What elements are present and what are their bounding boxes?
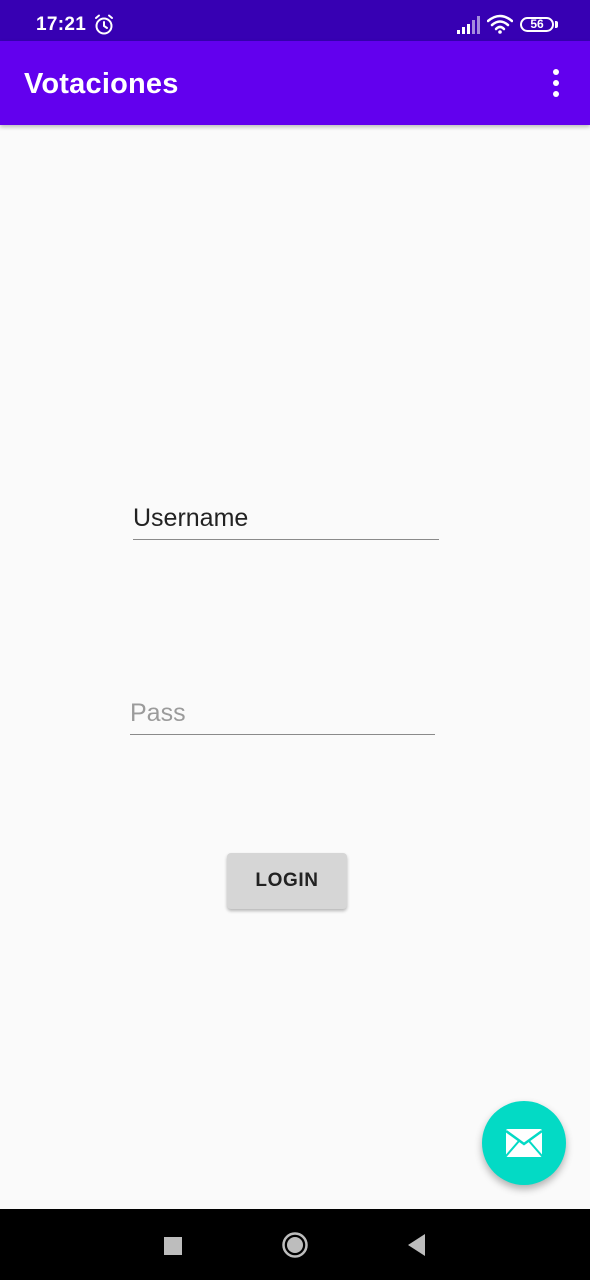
login-button[interactable]: LOGIN bbox=[227, 853, 347, 909]
mail-fab-button[interactable] bbox=[482, 1101, 566, 1185]
wifi-icon bbox=[487, 14, 513, 34]
battery-tip bbox=[555, 21, 558, 28]
username-field-container bbox=[133, 498, 439, 540]
pass-input[interactable] bbox=[130, 693, 435, 734]
alarm-icon bbox=[95, 14, 113, 35]
status-bar: 17:21 56 bbox=[0, 0, 590, 41]
status-time: 17:21 bbox=[36, 14, 87, 35]
navigation-bar bbox=[0, 1209, 590, 1280]
home-icon[interactable] bbox=[281, 1231, 309, 1259]
app-title: Votaciones bbox=[24, 68, 179, 100]
back-icon[interactable] bbox=[405, 1232, 427, 1258]
pass-field-container bbox=[130, 693, 435, 735]
mail-icon bbox=[505, 1129, 543, 1157]
recent-apps-icon[interactable] bbox=[164, 1237, 182, 1255]
signal-icon bbox=[457, 16, 480, 34]
username-input[interactable] bbox=[133, 498, 439, 539]
battery-icon: 56 bbox=[520, 17, 554, 32]
app-bar: Votaciones bbox=[0, 41, 590, 125]
overflow-menu-icon[interactable] bbox=[544, 67, 568, 99]
